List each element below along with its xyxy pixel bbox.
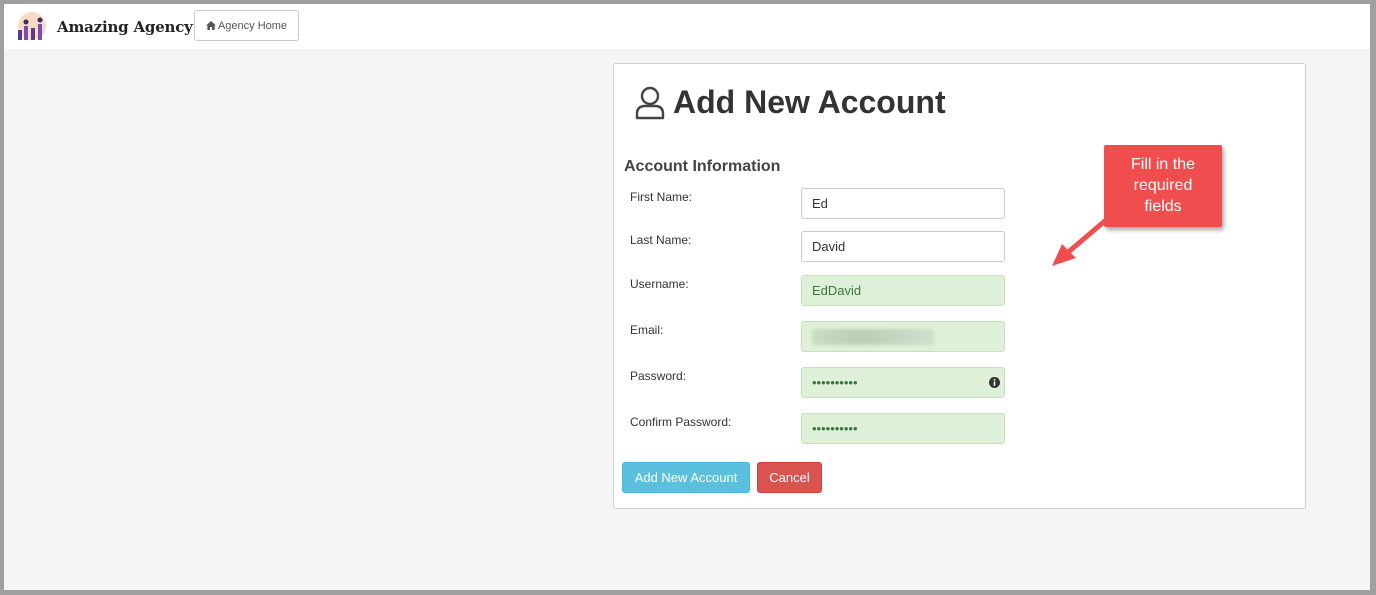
callout-line-2: required xyxy=(1133,177,1193,194)
callout-line-1: Fill in the xyxy=(1130,156,1196,173)
agency-home-button[interactable]: Agency Home xyxy=(194,10,299,41)
last-name-input[interactable]: David xyxy=(801,231,1005,262)
callout-line-3: fields xyxy=(1144,198,1182,215)
email-label: Email: xyxy=(630,323,664,337)
user-icon xyxy=(635,86,665,119)
confirm-password-input[interactable]: •••••••••• xyxy=(801,413,1005,444)
username-input[interactable]: EdDavid xyxy=(801,275,1005,306)
first-name-value: Ed xyxy=(812,196,828,211)
email-input[interactable] xyxy=(801,321,1005,352)
username-label: Username: xyxy=(630,277,689,291)
title-row: Add New Account xyxy=(635,84,946,121)
annotation-callout: Fill in the required fields xyxy=(1104,145,1222,227)
email-redacted-value xyxy=(812,328,934,345)
last-name-label: Last Name: xyxy=(630,233,692,247)
brand-name[interactable]: Amazing Agency xyxy=(57,18,193,36)
home-icon xyxy=(205,21,216,30)
cancel-button[interactable]: Cancel xyxy=(757,462,822,493)
arrow-icon xyxy=(1052,217,1109,266)
page-title: Add New Account xyxy=(673,84,946,120)
info-icon[interactable] xyxy=(989,377,1000,388)
section-title: Account Information xyxy=(624,158,781,175)
password-value: •••••••••• xyxy=(812,375,858,390)
app-window: Amazing Agency Agency Home Add New Accou… xyxy=(4,4,1370,590)
password-input[interactable]: •••••••••• xyxy=(801,367,1005,398)
agency-logo-icon[interactable] xyxy=(14,12,50,44)
first-name-input[interactable]: Ed xyxy=(801,188,1005,219)
agency-home-label: Agency Home xyxy=(217,19,288,32)
last-name-value: David xyxy=(812,239,846,254)
add-account-panel: Add New Account Account Information Firs… xyxy=(613,63,1306,509)
top-navbar: Amazing Agency Agency Home xyxy=(4,4,1370,49)
confirm-password-value: •••••••••• xyxy=(812,421,858,436)
add-new-account-button[interactable]: Add New Account xyxy=(622,462,750,493)
password-label: Password: xyxy=(630,369,687,383)
confirm-password-label: Confirm Password: xyxy=(630,415,732,429)
first-name-label: First Name: xyxy=(630,190,693,204)
username-value: EdDavid xyxy=(812,283,862,298)
